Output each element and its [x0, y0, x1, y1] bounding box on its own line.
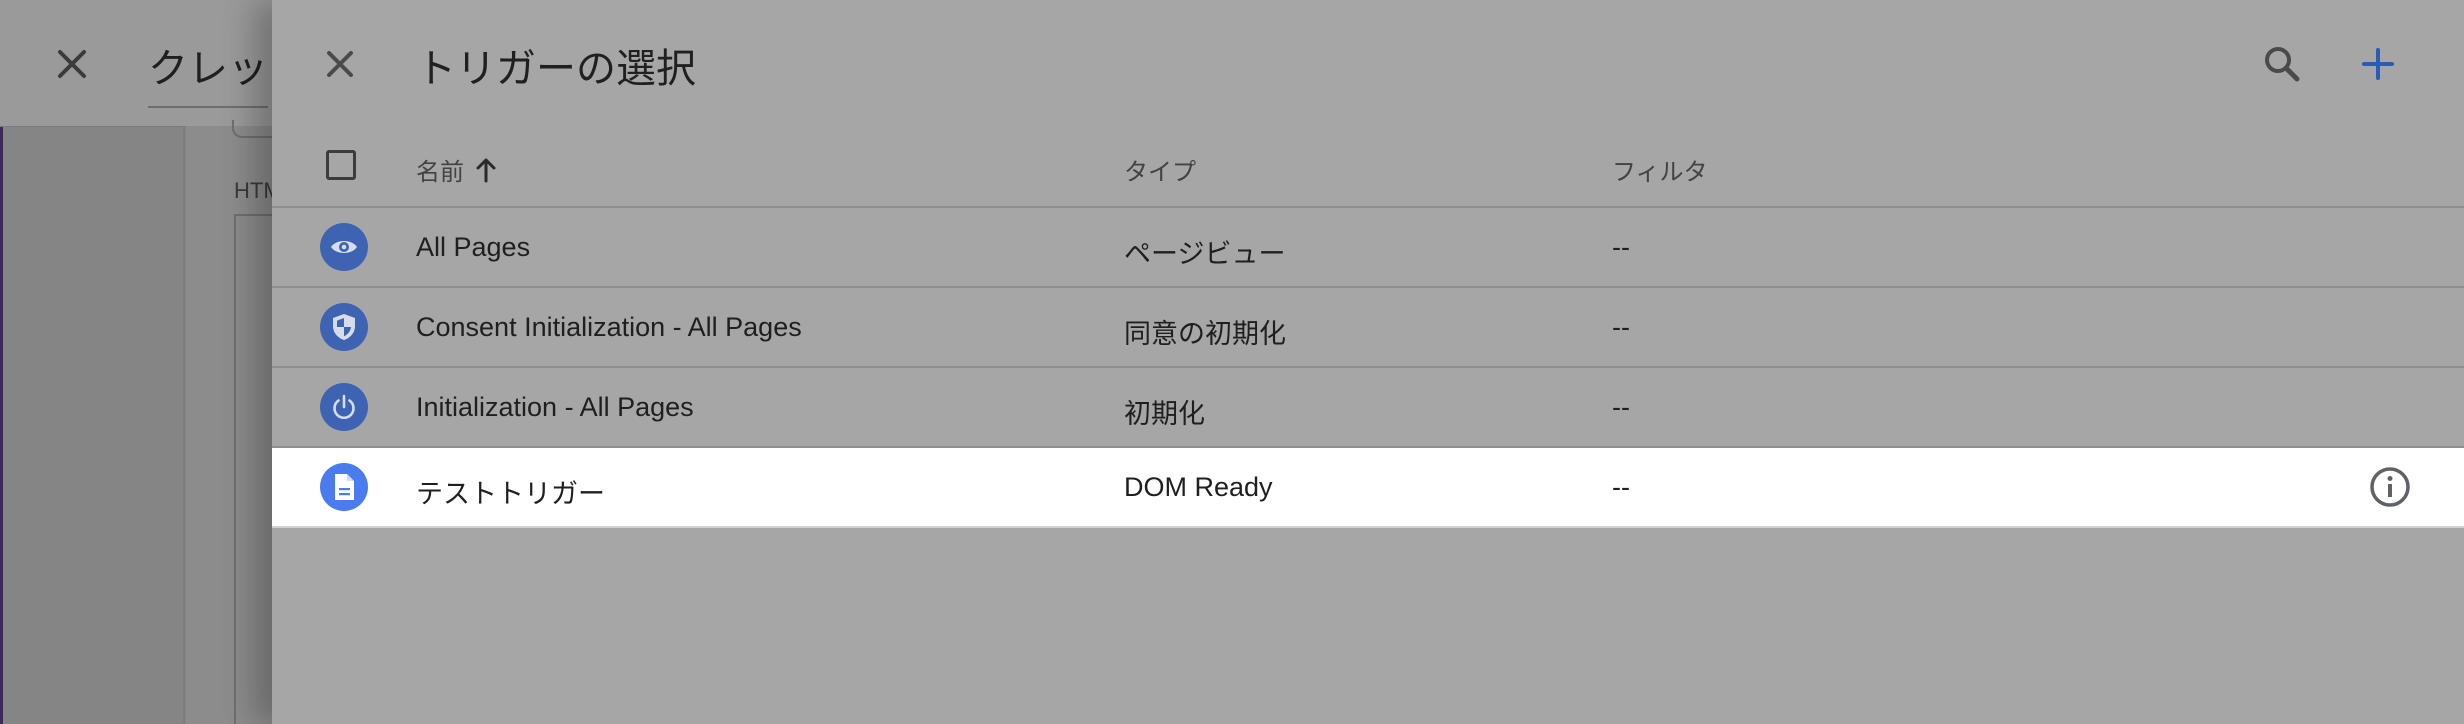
trigger-select-panel: トリガーの選択 名前 タイプ フィルタ All Pages ページビュー -- …	[272, 0, 2464, 724]
column-header-type[interactable]: タイプ	[1124, 152, 1196, 187]
trigger-name: テストトリガー	[416, 479, 605, 509]
panel-header: トリガーの選択	[272, 0, 2464, 128]
table-row[interactable]: Consent Initialization - All Pages 同意の初期…	[272, 288, 2464, 368]
trigger-info-button[interactable]	[2366, 463, 2414, 511]
arrow-up-icon	[476, 158, 496, 182]
power-icon	[333, 394, 355, 419]
trigger-type: ページビュー	[1124, 239, 1286, 269]
screen: クレッ HTML トリガーの選択	[0, 0, 2464, 724]
table-row-highlighted[interactable]: テストトリガー DOM Ready --	[272, 448, 2464, 528]
column-header-filter[interactable]: フィルタ	[1612, 152, 1708, 187]
plus-icon	[2362, 48, 2394, 80]
trigger-type: DOM Ready	[1124, 472, 1273, 502]
trigger-table: 名前 タイプ フィルタ All Pages ページビュー -- Consent …	[272, 128, 2464, 528]
trigger-type-badge	[320, 463, 368, 511]
column-header-name[interactable]: 名前	[416, 152, 498, 187]
add-trigger-button[interactable]	[2352, 38, 2404, 90]
background-divider	[183, 126, 185, 724]
close-icon	[58, 50, 86, 78]
trigger-filter: --	[1612, 312, 1630, 342]
column-header-name-label: 名前	[416, 159, 464, 186]
trigger-type-badge	[320, 303, 368, 351]
trigger-name: Initialization - All Pages	[416, 392, 694, 422]
trigger-filter: --	[1612, 392, 1630, 422]
background-title: クレッ	[148, 36, 268, 108]
table-row[interactable]: Initialization - All Pages 初期化 --	[272, 368, 2464, 448]
panel-title: トリガーの選択	[416, 47, 696, 91]
search-icon	[2265, 47, 2300, 82]
background-html-label: HTML	[234, 178, 272, 203]
trigger-type-badge	[320, 383, 368, 431]
info-icon	[2370, 467, 2410, 507]
close-icon	[327, 51, 353, 77]
table-row[interactable]: All Pages ページビュー --	[272, 208, 2464, 288]
background-close-button[interactable]	[48, 40, 96, 88]
trigger-name: All Pages	[416, 232, 531, 262]
trigger-filter: --	[1612, 472, 1630, 502]
shield-icon	[333, 314, 355, 340]
select-all-checkbox[interactable]	[326, 150, 356, 180]
table-header: 名前 タイプ フィルタ	[272, 128, 2464, 208]
search-button[interactable]	[2256, 38, 2308, 90]
eye-icon	[331, 241, 357, 253]
trigger-type: 初期化	[1124, 399, 1205, 429]
trigger-type-badge	[320, 223, 368, 271]
trigger-filter: --	[1612, 232, 1630, 262]
background-header: クレッ	[0, 0, 272, 127]
panel-close-button[interactable]	[316, 40, 364, 88]
trigger-type: 同意の初期化	[1124, 319, 1286, 349]
document-icon	[335, 474, 354, 500]
trigger-name: Consent Initialization - All Pages	[416, 312, 802, 342]
